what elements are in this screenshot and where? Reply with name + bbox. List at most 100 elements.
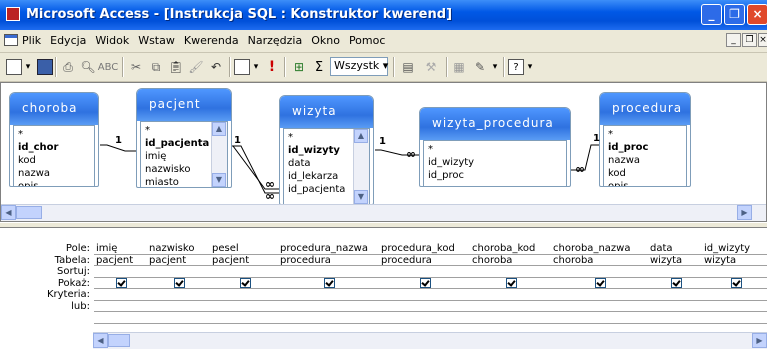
table-field[interactable]: * bbox=[18, 128, 90, 141]
sort-cell[interactable] bbox=[470, 266, 551, 278]
empty-cell[interactable] bbox=[278, 312, 379, 324]
table-wizyta[interactable]: wizyta * id_wizyty data id_lekarza id_pacjent… bbox=[279, 95, 374, 205]
empty-cell[interactable] bbox=[210, 312, 278, 324]
field-cell[interactable]: nazwisko bbox=[147, 243, 210, 255]
empty-cell[interactable] bbox=[470, 312, 551, 324]
paste-icon[interactable]: 📋︎ bbox=[168, 58, 184, 76]
doc-restore-button[interactable]: ❐ bbox=[742, 33, 757, 47]
field-cell[interactable]: choroba_kod bbox=[470, 243, 551, 255]
designer-horizontal-scrollbar[interactable]: ◀ ▶ bbox=[1, 204, 766, 221]
table-field[interactable]: opis bbox=[608, 180, 682, 186]
field-cell[interactable]: id_wizyty bbox=[702, 243, 767, 255]
show-cell[interactable] bbox=[94, 277, 147, 289]
show-checkbox[interactable] bbox=[420, 277, 431, 288]
query-type-icon[interactable] bbox=[234, 59, 250, 75]
table-title[interactable]: choroba bbox=[10, 93, 98, 125]
show-checkbox[interactable] bbox=[239, 277, 251, 288]
or-cell[interactable] bbox=[210, 300, 278, 312]
sort-cell[interactable] bbox=[702, 266, 767, 278]
criteria-cell[interactable] bbox=[278, 289, 379, 301]
print-icon[interactable]: ⎙ bbox=[60, 58, 76, 76]
table-field-list[interactable]: * id_wizyty data id_lekarza id_pacjenta ▲ ▼ bbox=[283, 128, 370, 204]
or-cell[interactable] bbox=[702, 300, 767, 312]
menu-item-6[interactable]: Okno bbox=[311, 34, 340, 47]
help-dropdown-icon[interactable]: ▾ bbox=[525, 58, 535, 76]
close-button[interactable]: × bbox=[747, 4, 767, 25]
restore-button[interactable]: ❐ bbox=[724, 4, 745, 25]
table-choroba[interactable]: choroba * id_chor kod nazwa opis bbox=[9, 92, 99, 187]
format-painter-icon[interactable]: 🖌︎ bbox=[188, 58, 204, 76]
table-title[interactable]: pacjent bbox=[137, 89, 231, 121]
view-dropdown-arrow-icon[interactable]: ▾ bbox=[23, 58, 33, 76]
criteria-cell[interactable] bbox=[147, 289, 210, 301]
grid-column[interactable]: data wizyta bbox=[648, 243, 703, 335]
field-list-scrollbar[interactable]: ▲ ▼ bbox=[353, 129, 369, 204]
scroll-left-icon[interactable]: ◀ bbox=[1, 205, 16, 220]
table-field[interactable]: nazwa bbox=[18, 167, 90, 180]
query-type-dropdown-icon[interactable]: ▾ bbox=[251, 58, 261, 76]
view-icon[interactable] bbox=[6, 59, 22, 75]
show-checkbox[interactable] bbox=[116, 277, 127, 288]
grid-scroll-left-icon[interactable]: ◀ bbox=[93, 333, 108, 348]
undo-icon[interactable]: ↶ bbox=[208, 58, 224, 76]
table-cell[interactable]: wizyta bbox=[648, 254, 702, 266]
criteria-cell[interactable] bbox=[702, 289, 767, 301]
criteria-cell[interactable] bbox=[379, 289, 470, 301]
scroll-right-icon[interactable]: ▶ bbox=[737, 205, 752, 220]
show-cell[interactable] bbox=[702, 277, 767, 289]
save-icon[interactable] bbox=[37, 59, 53, 75]
table-cell[interactable]: pacjent bbox=[147, 254, 210, 266]
sort-cell[interactable] bbox=[210, 266, 278, 278]
builder-icon[interactable]: ⚒ bbox=[422, 58, 440, 76]
grid-horizontal-scrollbar[interactable]: ◀ ▶ bbox=[93, 332, 767, 349]
help-icon[interactable]: ? bbox=[508, 59, 524, 75]
table-title[interactable]: procedura bbox=[600, 93, 690, 125]
show-cell[interactable] bbox=[551, 277, 648, 289]
or-cell[interactable] bbox=[94, 300, 147, 312]
print-preview-icon[interactable]: 🔍︎ bbox=[80, 58, 96, 76]
grid-column[interactable]: choroba_kod choroba bbox=[470, 243, 552, 335]
scroll-down-icon[interactable]: ▼ bbox=[212, 173, 226, 187]
empty-cell[interactable] bbox=[379, 312, 470, 324]
empty-cell[interactable] bbox=[648, 312, 702, 324]
grid-column[interactable]: procedura_nazwa procedura bbox=[278, 243, 380, 335]
menu-item-2[interactable]: Widok bbox=[95, 34, 129, 47]
minimize-button[interactable]: _ bbox=[701, 4, 722, 25]
sort-cell[interactable] bbox=[379, 266, 470, 278]
empty-cell[interactable] bbox=[551, 312, 648, 324]
table-title[interactable]: wizyta bbox=[280, 96, 373, 128]
show-cell[interactable] bbox=[470, 277, 551, 289]
show-checkbox[interactable] bbox=[324, 277, 335, 288]
table-cell[interactable]: wizyta bbox=[702, 254, 767, 266]
or-cell[interactable] bbox=[470, 300, 551, 312]
properties-icon[interactable]: ▤ bbox=[400, 58, 416, 76]
field-list-scrollbar[interactable]: ▲ ▼ bbox=[211, 122, 227, 187]
or-cell[interactable] bbox=[648, 300, 702, 312]
sort-cell[interactable] bbox=[147, 266, 210, 278]
table-field[interactable]: id_proc bbox=[608, 141, 682, 154]
field-cell[interactable]: procedura_nazwa bbox=[278, 243, 379, 255]
menu-item-5[interactable]: Narzędzia bbox=[248, 34, 303, 47]
table-cell[interactable]: pacjent bbox=[94, 254, 147, 266]
menu-item-3[interactable]: Wstaw bbox=[138, 34, 175, 47]
table-field[interactable]: id_chor bbox=[18, 141, 90, 154]
grid-column[interactable]: id_wizyty wizyta bbox=[702, 243, 767, 335]
show-cell[interactable] bbox=[648, 277, 702, 289]
show-cell[interactable] bbox=[379, 277, 470, 289]
sort-cell[interactable] bbox=[551, 266, 648, 278]
sort-cell[interactable] bbox=[648, 266, 702, 278]
table-title[interactable]: wizyta_procedura bbox=[420, 108, 570, 140]
empty-cell[interactable] bbox=[94, 312, 147, 324]
table-cell[interactable]: choroba bbox=[551, 254, 648, 266]
show-cell[interactable] bbox=[210, 277, 278, 289]
scroll-up-icon[interactable]: ▲ bbox=[354, 129, 368, 143]
scroll-thumb[interactable] bbox=[16, 206, 42, 219]
show-cell[interactable] bbox=[278, 277, 379, 289]
database-window-icon[interactable]: ▦ bbox=[451, 58, 467, 76]
table-cell[interactable]: pacjent bbox=[210, 254, 278, 266]
menu-item-0[interactable]: Plik bbox=[22, 34, 41, 47]
doc-minimize-button[interactable]: _ bbox=[726, 33, 741, 47]
or-cell[interactable] bbox=[551, 300, 648, 312]
new-object-dropdown-icon[interactable]: ▾ bbox=[490, 58, 500, 76]
doc-close-button[interactable]: × bbox=[758, 33, 767, 47]
